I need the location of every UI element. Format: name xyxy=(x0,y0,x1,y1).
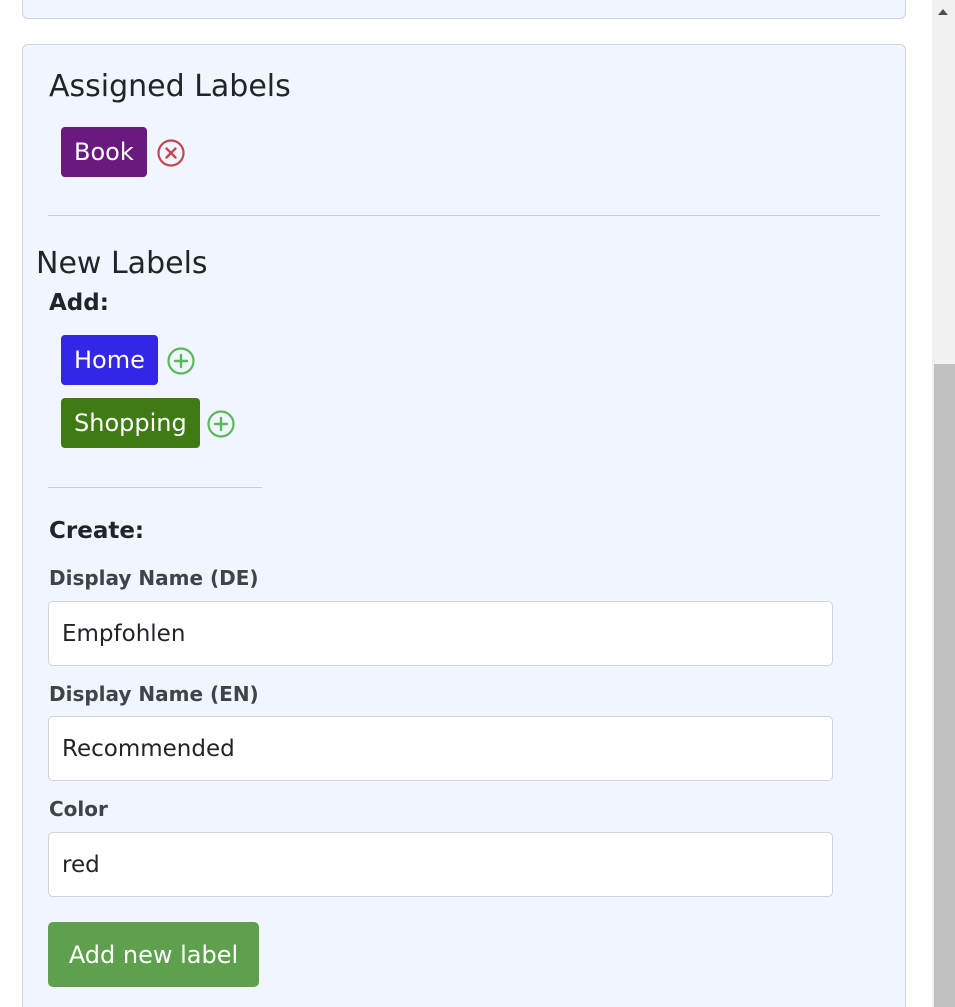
assigned-labels-title: Assigned Labels xyxy=(49,69,291,104)
remove-circle-x-icon[interactable] xyxy=(156,138,186,168)
previous-card xyxy=(22,0,906,19)
add-circle-plus-icon[interactable] xyxy=(206,409,236,439)
vertical-scrollbar[interactable] xyxy=(932,0,955,1007)
scroll-thumb[interactable] xyxy=(934,364,955,1007)
color-input[interactable] xyxy=(48,832,833,897)
add-create-divider xyxy=(48,487,262,488)
display-name-en-label: Display Name (EN) xyxy=(49,682,259,706)
add-circle-plus-icon[interactable] xyxy=(166,346,196,376)
display-name-en-input[interactable] xyxy=(48,716,833,781)
create-subtitle: Create: xyxy=(49,518,145,544)
color-label: Color xyxy=(49,797,108,821)
assigned-label-book: Book xyxy=(61,127,147,177)
section-divider xyxy=(48,215,880,216)
display-name-de-label: Display Name (DE) xyxy=(49,566,259,590)
page-viewport: Assigned Labels Book New Labels Add: Hom… xyxy=(0,0,955,1007)
new-labels-title: New Labels xyxy=(36,246,208,281)
display-name-de-input[interactable] xyxy=(48,601,833,666)
scroll-up-arrow-icon[interactable] xyxy=(932,0,955,24)
add-subtitle: Add: xyxy=(49,290,109,316)
addable-label-home: Home xyxy=(61,335,158,385)
add-new-label-button[interactable]: Add new label xyxy=(48,922,259,987)
addable-label-shopping: Shopping xyxy=(61,398,200,448)
